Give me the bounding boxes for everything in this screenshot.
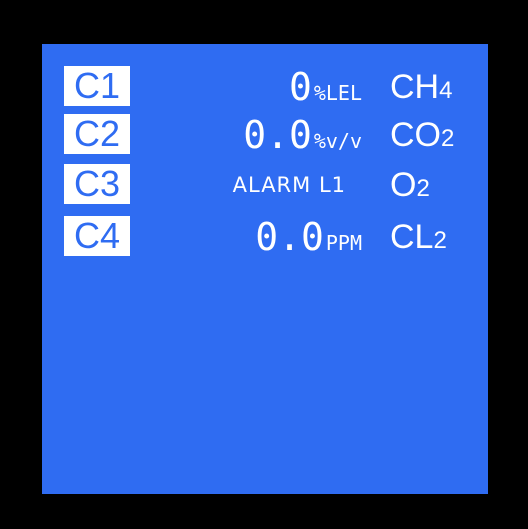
- channel-row-c2: C2 0.0 %v/v CO2: [64, 114, 474, 156]
- channel-value-c4: 0.0: [255, 215, 324, 259]
- channel-reading-c4: 0.0 PPM: [255, 216, 362, 258]
- display-screen: C1 0 %LEL CH4 C2 0.0 %v/v CO2 C3 ALARM L1: [42, 44, 488, 494]
- gas-name-c3: O2: [390, 164, 430, 206]
- channel-row-c1: C1 0 %LEL CH4: [64, 66, 474, 108]
- channel-label-c2: C2: [64, 114, 130, 154]
- channel-unit-c1: %LEL: [313, 81, 362, 105]
- channel-row-c4: C4 0.0 PPM CL2: [64, 216, 474, 258]
- channel-unit-c4: PPM: [325, 231, 362, 255]
- gas-symbol-c4: CL: [390, 218, 434, 256]
- gas-symbol-c3: O: [390, 166, 417, 204]
- channel-value-c1: 0: [288, 65, 312, 109]
- gas-subscript-c1: 4: [439, 77, 453, 104]
- gas-name-c4: CL2: [390, 216, 447, 258]
- gas-subscript-c3: 2: [416, 175, 430, 202]
- alarm-status-c3: ALARM L1: [232, 173, 346, 197]
- channel-row-c3: C3 ALARM L1 O2: [64, 164, 474, 206]
- channel-label-c1: C1: [64, 66, 130, 106]
- gas-subscript-c2: 2: [441, 125, 455, 152]
- channel-reading-c2: 0.0 %v/v: [243, 114, 362, 156]
- gas-symbol-c1: CH: [390, 68, 440, 106]
- channel-label-c3: C3: [64, 164, 130, 204]
- device-bezel: C1 0 %LEL CH4 C2 0.0 %v/v CO2 C3 ALARM L1: [0, 0, 528, 529]
- channel-unit-c2: %v/v: [313, 129, 362, 153]
- gas-subscript-c4: 2: [433, 227, 447, 254]
- gas-symbol-c2: CO: [390, 116, 441, 154]
- channel-label-c4: C4: [64, 216, 130, 256]
- gas-name-c1: CH4: [390, 66, 452, 108]
- channel-reading-c1: 0 %LEL: [289, 66, 362, 108]
- channel-value-c2: 0.0: [243, 113, 312, 157]
- channel-reading-c3: ALARM L1: [233, 164, 346, 206]
- gas-name-c2: CO2: [390, 114, 454, 156]
